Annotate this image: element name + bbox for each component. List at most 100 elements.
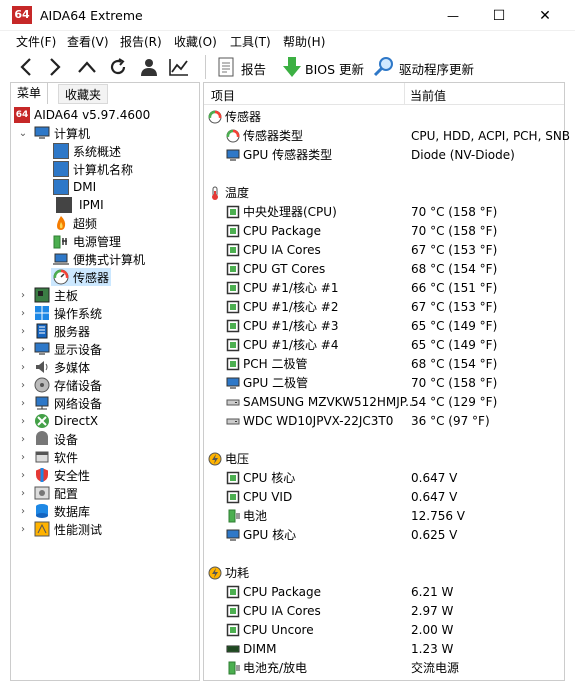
tree-item-overclock[interactable]: 超频 (53, 214, 97, 232)
column-divider[interactable] (404, 83, 405, 105)
server-icon (56, 197, 72, 213)
sensor-row[interactable]: CPU IA Cores (226, 601, 321, 620)
report-button[interactable]: 报告 (241, 59, 266, 78)
menu-help[interactable]: 帮助(H) (283, 33, 325, 50)
tree-item-network[interactable]: 网络设备 (34, 394, 102, 412)
section-header-temperature[interactable]: 温度 (208, 183, 249, 202)
tree-item-security[interactable]: 安全性 (34, 466, 90, 484)
column-item-header[interactable]: 项目 (211, 87, 235, 104)
menu-favorites[interactable]: 收藏(O) (174, 33, 217, 50)
expand-chevron-icon[interactable]: › (18, 358, 28, 376)
tree-item-multimedia[interactable]: 多媒体 (34, 358, 90, 376)
tree-item-benchmark[interactable]: 性能测试 (34, 520, 102, 538)
refresh-icon[interactable] (105, 55, 131, 79)
expand-chevron-icon[interactable]: › (18, 304, 28, 322)
expand-chevron-icon[interactable]: › (18, 340, 28, 358)
tree-root[interactable]: 64 AIDA64 v5.97.4600 (14, 106, 150, 124)
expand-chevron-icon[interactable]: › (18, 286, 28, 304)
column-value-header[interactable]: 当前值 (410, 87, 446, 104)
close-button[interactable]: ✕ (522, 0, 568, 31)
up-arrow-icon[interactable] (74, 55, 100, 79)
tree-item-computer[interactable]: 计算机 (34, 124, 90, 142)
tree-item-operating-system[interactable]: 操作系统 (34, 304, 102, 322)
tree-item-software[interactable]: 软件 (34, 448, 78, 466)
section-header-voltage[interactable]: 电压 (208, 449, 249, 468)
tree-item-system-summary[interactable]: 系统概述 (53, 142, 121, 160)
expand-chevron-icon[interactable]: › (18, 412, 28, 430)
sensor-row[interactable]: 传感器类型 (226, 126, 303, 145)
sensor-row[interactable]: GPU 传感器类型 (226, 145, 332, 164)
sensor-row[interactable]: CPU VID (226, 487, 292, 506)
expand-chevron-icon[interactable]: › (18, 394, 28, 412)
tree-item-label: 显示设备 (54, 342, 103, 357)
tree-item-power-management[interactable]: 电源管理 (53, 232, 121, 250)
sensor-row[interactable]: CPU IA Cores (226, 240, 321, 259)
sensor-row[interactable]: CPU Uncore (226, 620, 314, 639)
tree-item-label: 软件 (54, 450, 79, 465)
expand-chevron-icon[interactable]: › (18, 484, 28, 502)
gauge-icon (53, 269, 69, 285)
sensor-row[interactable]: 中央处理器(CPU) (226, 202, 337, 221)
sensor-row[interactable]: WDC WD10JPVX-22JC3T0 (226, 411, 393, 430)
menu-report[interactable]: 报告(R) (120, 33, 162, 50)
tree-item-sensor-selected[interactable]: 传感器 (51, 268, 112, 286)
sensor-row[interactable]: CPU #1/核心 #4 (226, 335, 338, 354)
report-icon[interactable] (213, 55, 239, 79)
network-icon (34, 395, 50, 411)
sensor-row[interactable]: CPU Package (226, 221, 321, 240)
tree-item-computer-name[interactable]: 计算机名称 (53, 160, 133, 178)
expand-chevron-icon[interactable]: › (18, 466, 28, 484)
minimize-button[interactable]: — (430, 0, 476, 31)
sensor-row[interactable]: CPU 核心 (226, 468, 295, 487)
tree-item-devices[interactable]: 设备 (34, 430, 78, 448)
section-header-power[interactable]: 功耗 (208, 563, 249, 582)
tab-menu[interactable]: 菜单 (10, 82, 49, 104)
expand-chevron-icon[interactable]: › (18, 520, 28, 538)
download-arrow-icon[interactable] (279, 55, 305, 79)
tree-item-label: 安全性 (54, 468, 91, 483)
bios-update-button[interactable]: BIOS 更新 (305, 59, 364, 78)
expand-chevron-icon[interactable]: › (18, 502, 28, 520)
tree-item-directx[interactable]: DirectX (34, 412, 98, 430)
sensor-row[interactable]: CPU GT Cores (226, 259, 325, 278)
tree-item-server[interactable]: 服务器 (34, 322, 90, 340)
sensor-row[interactable]: GPU 核心 (226, 525, 296, 544)
menu-tools[interactable]: 工具(T) (230, 33, 271, 50)
sensor-row[interactable]: CPU #1/核心 #2 (226, 297, 338, 316)
sensor-row[interactable]: SAMSUNG MZVKW512HMJP... (226, 392, 417, 411)
menu-view[interactable]: 查看(V) (67, 33, 109, 50)
sensor-label: DIMM (243, 641, 277, 656)
sensor-row[interactable]: CPU Package (226, 582, 321, 601)
tree-item-ipmi[interactable]: IPMI (53, 196, 104, 214)
sensor-row[interactable]: 电池充/放电 (226, 658, 307, 677)
sensor-label: CPU IA Cores (243, 242, 321, 257)
menu-file[interactable]: 文件(F) (16, 33, 56, 50)
section-header-sensor[interactable]: 传感器 (208, 107, 261, 126)
user-icon[interactable] (136, 55, 162, 79)
collapse-chevron-icon[interactable]: ⌄ (18, 124, 28, 142)
expand-chevron-icon[interactable]: › (18, 322, 28, 340)
driver-update-button[interactable]: 驱动程序更新 (399, 59, 474, 78)
sensor-row[interactable]: 电池 (226, 506, 267, 525)
tree-item-database[interactable]: 数据库 (34, 502, 90, 520)
back-arrow-icon[interactable] (13, 55, 39, 79)
tree-item-config[interactable]: 配置 (34, 484, 78, 502)
sensor-row[interactable]: PCH 二极管 (226, 354, 307, 373)
expand-chevron-icon[interactable]: › (18, 430, 28, 448)
tree-item-display[interactable]: 显示设备 (34, 340, 102, 358)
expand-chevron-icon[interactable]: › (18, 376, 28, 394)
sensor-row[interactable]: CPU #1/核心 #3 (226, 316, 338, 335)
tab-favorites[interactable]: 收藏夹 (58, 84, 109, 104)
tree-item-storage[interactable]: 存储设备 (34, 376, 102, 394)
maximize-button[interactable]: ☐ (476, 0, 522, 31)
expand-chevron-icon[interactable]: › (18, 448, 28, 466)
sensor-row[interactable]: CPU #1/核心 #1 (226, 278, 338, 297)
magnifier-icon[interactable] (371, 55, 397, 79)
sensor-row[interactable]: GPU 二极管 (226, 373, 308, 392)
forward-arrow-icon[interactable] (42, 55, 68, 79)
tree-item-mainboard[interactable]: 主板 (34, 286, 78, 304)
tree-item-portable-computer[interactable]: 便携式计算机 (53, 250, 145, 268)
chart-icon[interactable] (166, 55, 192, 79)
sensor-row[interactable]: DIMM (226, 639, 277, 658)
tree-item-dmi[interactable]: DMI (53, 178, 96, 196)
